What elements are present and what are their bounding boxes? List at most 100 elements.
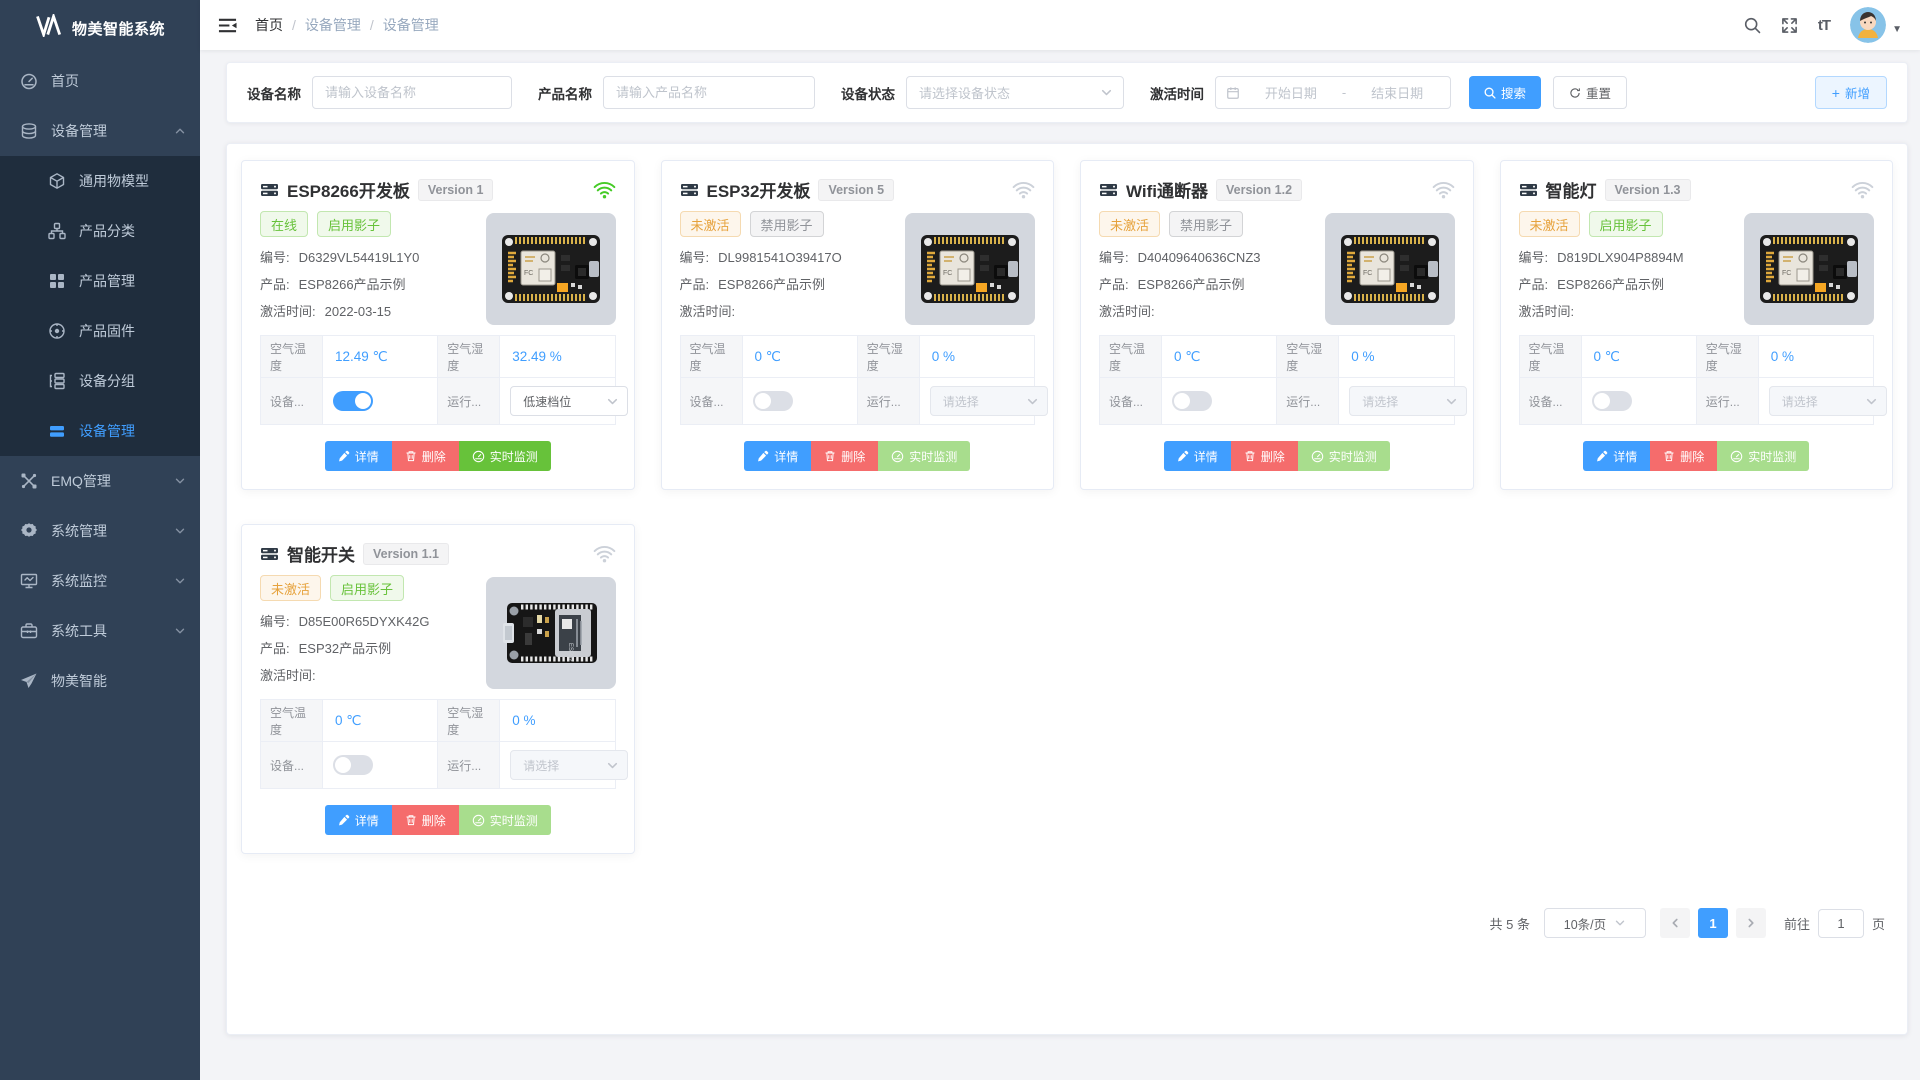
- field-label: 编号:: [260, 614, 290, 629]
- detail-button[interactable]: 详情: [1583, 441, 1650, 471]
- user-menu[interactable]: ▼: [1850, 7, 1902, 43]
- delete-button[interactable]: 删除: [1650, 441, 1717, 471]
- font-size-icon[interactable]: tT: [1818, 17, 1830, 34]
- prev-page-button[interactable]: [1660, 908, 1690, 938]
- add-button[interactable]: + 新增: [1815, 76, 1887, 109]
- field-value: ESP8266产品示例: [718, 277, 825, 292]
- device-field: 激活时间:: [1099, 298, 1325, 325]
- field-value: D85E00R65DYXK42G: [299, 614, 430, 629]
- monitor-button[interactable]: 实时监测: [459, 441, 551, 471]
- product-name-input[interactable]: [603, 76, 815, 109]
- sensor-label: 设备...: [261, 378, 323, 425]
- wifi-status-icon: [593, 181, 616, 199]
- run-mode-select[interactable]: 低速档位: [510, 386, 628, 416]
- emq-icon: [20, 472, 38, 490]
- sensor-value-humidity: 0 %: [1758, 336, 1873, 378]
- sensor-label: 空气温度: [261, 700, 323, 742]
- avatar[interactable]: [1850, 7, 1886, 43]
- device-switch-toggle[interactable]: [333, 391, 373, 411]
- detail-button[interactable]: 详情: [325, 805, 392, 835]
- monitor-button[interactable]: 实时监测: [878, 441, 970, 471]
- monitor-button[interactable]: 实时监测: [459, 805, 551, 835]
- sidebar-item[interactable]: 产品管理: [0, 256, 200, 306]
- run-mode-select[interactable]: 请选择: [930, 386, 1048, 416]
- sidebar-item[interactable]: 首页: [0, 56, 200, 106]
- device-field: 激活时间:: [1519, 298, 1745, 325]
- monitor-button[interactable]: 实时监测: [1298, 441, 1390, 471]
- version-badge: Version 1.3: [1605, 179, 1691, 201]
- monitor-button[interactable]: 实时监测: [1717, 441, 1809, 471]
- field-value: DL9981541O39417O: [718, 250, 842, 265]
- device-image: FC: [1325, 213, 1455, 325]
- sidebar-item[interactable]: EMQ管理: [0, 456, 200, 506]
- page-number-button[interactable]: 1: [1698, 908, 1728, 938]
- end-date-placeholder: 结束日期: [1354, 83, 1440, 102]
- sidebar-item[interactable]: 系统监控: [0, 556, 200, 606]
- device-field: 产品:ESP32产品示例: [260, 635, 486, 662]
- device-switch-toggle[interactable]: [753, 391, 793, 411]
- fullscreen-icon[interactable]: [1781, 17, 1798, 34]
- logo: 物美智能系统: [0, 0, 200, 56]
- date-range-picker[interactable]: 开始日期 - 结束日期: [1215, 76, 1451, 109]
- field-label: 产品:: [680, 277, 710, 292]
- device-field: 激活时间:: [680, 298, 906, 325]
- device-field: 编号:D819DLX904P8894M: [1519, 244, 1745, 271]
- device-status-select[interactable]: 请选择设备状态: [906, 76, 1124, 109]
- device-field: 激活时间:2022-03-15: [260, 298, 486, 325]
- delete-button[interactable]: 删除: [1231, 441, 1298, 471]
- breadcrumb-item[interactable]: 设备管理: [305, 15, 361, 35]
- device-image: FC: [1744, 213, 1874, 325]
- detail-button[interactable]: 详情: [325, 441, 392, 471]
- device-switch-toggle[interactable]: [1172, 391, 1212, 411]
- sidebar-item[interactable]: 物美智能: [0, 656, 200, 706]
- breadcrumb-item[interactable]: 首页: [255, 15, 283, 35]
- status-tag: 启用影子: [1589, 211, 1663, 237]
- sidebar-item[interactable]: 设备分组: [0, 356, 200, 406]
- reset-button[interactable]: 重置: [1553, 76, 1627, 109]
- svg-text:FC: FC: [1363, 270, 1372, 277]
- device-switch-toggle[interactable]: [1592, 391, 1632, 411]
- field-label: 激活时间:: [260, 668, 316, 683]
- next-page-button[interactable]: [1736, 908, 1766, 938]
- run-mode-select[interactable]: 请选择: [1769, 386, 1887, 416]
- goto-page-input[interactable]: [1818, 909, 1864, 938]
- field-label: 产品:: [1519, 277, 1549, 292]
- filter-bar: 设备名称 产品名称 设备状态 请选择设备状态 激活时间: [226, 62, 1908, 123]
- sidebar-item[interactable]: 通用物模型: [0, 156, 200, 206]
- device-icon: [1099, 182, 1118, 198]
- start-date-placeholder: 开始日期: [1248, 83, 1334, 102]
- search-icon[interactable]: [1744, 17, 1761, 34]
- page-size-select[interactable]: 10条/页: [1544, 908, 1646, 938]
- run-mode-select[interactable]: 请选择: [1349, 386, 1467, 416]
- detail-button[interactable]: 详情: [1164, 441, 1231, 471]
- field-label: 产品:: [1099, 277, 1129, 292]
- hamburger-icon[interactable]: [218, 17, 237, 34]
- delete-button[interactable]: 删除: [392, 441, 459, 471]
- device-image: FC: [905, 213, 1035, 325]
- field-label: 产品:: [260, 641, 290, 656]
- sidebar-item[interactable]: 设备管理: [0, 406, 200, 456]
- gear-icon: [20, 522, 38, 540]
- device-field: 产品:ESP8266产品示例: [260, 271, 486, 298]
- detail-button[interactable]: 详情: [744, 441, 811, 471]
- sensor-label: 运行...: [438, 378, 500, 425]
- run-mode-select[interactable]: 请选择: [510, 750, 628, 780]
- status-tag: 禁用影子: [750, 211, 824, 237]
- device-name-input[interactable]: [312, 76, 512, 109]
- status-tag: 未激活: [680, 211, 741, 237]
- device-switch-toggle[interactable]: [333, 755, 373, 775]
- version-badge: Version 1: [418, 179, 494, 201]
- search-button[interactable]: 搜索: [1469, 76, 1541, 109]
- sidebar-item[interactable]: 产品分类: [0, 206, 200, 256]
- field-label: 激活时间:: [680, 304, 736, 319]
- sensor-value-humidity: 0 %: [1339, 336, 1454, 378]
- sidebar-item[interactable]: 系统管理: [0, 506, 200, 556]
- delete-button[interactable]: 删除: [811, 441, 878, 471]
- sidebar-item[interactable]: 设备管理: [0, 106, 200, 156]
- delete-button[interactable]: 删除: [392, 805, 459, 835]
- field-value: ESP8266产品示例: [299, 277, 406, 292]
- sidebar-item[interactable]: 系统工具: [0, 606, 200, 656]
- device-field: 产品:ESP8266产品示例: [1099, 271, 1325, 298]
- sidebar-item[interactable]: 产品固件: [0, 306, 200, 356]
- firmware-icon: [48, 322, 66, 340]
